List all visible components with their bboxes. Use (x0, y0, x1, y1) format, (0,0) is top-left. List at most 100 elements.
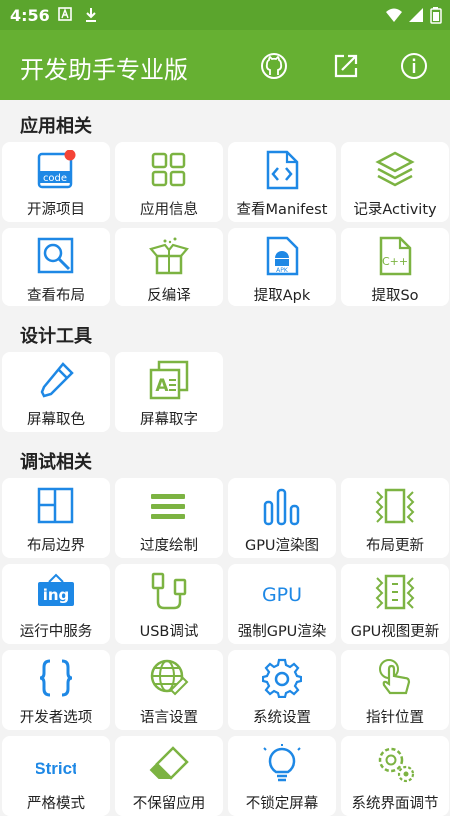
card-gpu-graph[interactable]: GPU渲染图 (228, 478, 336, 558)
gear-icon (262, 658, 302, 698)
card-view-layout[interactable]: 查看布局 (2, 228, 110, 306)
wifi-icon (385, 7, 403, 23)
xml-file-icon (262, 150, 302, 190)
apk-file-icon: APK (262, 236, 302, 276)
bar-graph-icon (262, 486, 302, 526)
card-dont-keep-apps[interactable]: 不保留应用 (115, 736, 223, 816)
share-icon[interactable] (330, 50, 362, 82)
svg-text:C++: C++ (382, 255, 408, 268)
card-label: 应用信息 (140, 202, 198, 218)
eraser-icon (149, 744, 189, 784)
card-label: 指针位置 (366, 710, 424, 726)
github-icon[interactable] (258, 50, 290, 82)
card-label: GPU视图更新 (350, 624, 440, 640)
icon-text: Strict (36, 759, 76, 778)
card-stay-awake[interactable]: 不锁定屏幕 (228, 736, 336, 816)
card-app-info[interactable]: 应用信息 (115, 142, 223, 222)
card-language[interactable]: 语言设置 (115, 650, 223, 730)
card-label: 屏幕取字 (140, 412, 198, 428)
svg-text:APK: APK (276, 267, 289, 274)
card-usb-debug[interactable]: USB调试 (115, 564, 223, 644)
svg-text:A: A (155, 376, 169, 396)
gears-icon (375, 744, 415, 784)
app-title: 开发助手专业版 (20, 56, 188, 84)
card-label: 语言设置 (140, 710, 198, 726)
signal-icon (408, 7, 424, 23)
card-label: 不保留应用 (132, 796, 206, 812)
card-pointer-location[interactable]: 指针位置 (341, 650, 449, 730)
layout-bounds-icon (36, 486, 76, 526)
card-label: 反编译 (147, 288, 191, 304)
section-title-app: 应用相关 (20, 116, 92, 137)
svg-text:code: code (43, 173, 67, 184)
braces-icon (36, 658, 76, 698)
dropper-icon (36, 360, 76, 400)
card-running-services[interactable]: ing 运行中服务 (2, 564, 110, 644)
section-title-design: 设计工具 (20, 326, 92, 347)
layers-icon (375, 150, 415, 190)
card-text-capture[interactable]: A 屏幕取字 (115, 352, 223, 432)
globe-icon (149, 658, 189, 698)
card-label: 查看Manifest (236, 202, 328, 218)
cpp-file-icon: C++ (375, 236, 415, 276)
info-icon[interactable] (398, 50, 430, 82)
gpu-view-icon (375, 572, 415, 612)
section-title-debug: 调试相关 (20, 452, 92, 473)
card-label: 系统设置 (253, 710, 311, 726)
card-label: USB调试 (139, 624, 199, 640)
card-label: 提取Apk (253, 288, 311, 304)
code-doc-icon: code (36, 150, 76, 190)
card-view-manifest[interactable]: 查看Manifest (228, 142, 336, 222)
card-label: 布局边界 (27, 538, 85, 554)
running-service-icon: ing (36, 572, 76, 612)
card-layout-bounds[interactable]: 布局边界 (2, 478, 110, 558)
card-label: 查看布局 (27, 288, 85, 304)
status-bar: 4:56 (0, 0, 450, 30)
layout-update-icon (375, 486, 415, 526)
card-extract-so[interactable]: C++ 提取So (341, 228, 449, 306)
card-label: 记录Activity (353, 202, 437, 218)
card-gpu-view-update[interactable]: GPU视图更新 (341, 564, 449, 644)
card-label: 开发者选项 (19, 710, 93, 726)
app-bar: 开发助手专业版 (0, 30, 450, 100)
card-force-gpu[interactable]: GPU 强制GPU渲染 (228, 564, 336, 644)
download-icon (84, 7, 98, 23)
grid-icon (149, 150, 189, 190)
card-open-source[interactable]: code 开源项目 (2, 142, 110, 222)
card-layout-update[interactable]: 布局更新 (341, 478, 449, 558)
card-color-picker[interactable]: 屏幕取色 (2, 352, 110, 432)
open-box-icon (149, 236, 189, 276)
strict-text-icon: Strict (36, 744, 76, 784)
card-label: 屏幕取色 (27, 412, 85, 428)
inspect-layout-icon (36, 236, 76, 276)
card-label: 提取So (371, 288, 419, 304)
icon-text: ing (43, 586, 70, 604)
pointer-icon (375, 658, 415, 698)
overdraw-icon (149, 486, 189, 526)
card-decompile[interactable]: 反编译 (115, 228, 223, 306)
card-label: 开源项目 (27, 202, 85, 218)
card-system-settings[interactable]: 系统设置 (228, 650, 336, 730)
usb-icon (149, 572, 189, 612)
card-label: 布局更新 (366, 538, 424, 554)
card-label: 不锁定屏幕 (245, 796, 319, 812)
card-system-ui-tuner[interactable]: 系统界面调节 (341, 736, 449, 816)
text-capture-icon: A (149, 360, 189, 400)
bulb-icon (262, 744, 302, 784)
card-label: 过度绘制 (140, 538, 198, 554)
notification-a-icon (58, 7, 72, 21)
card-label: 运行中服务 (19, 624, 93, 640)
card-label: 强制GPU渲染 (237, 624, 327, 640)
card-label: GPU渲染图 (244, 538, 320, 554)
card-record-activity[interactable]: 记录Activity (341, 142, 449, 222)
card-overdraw[interactable]: 过度绘制 (115, 478, 223, 558)
card-extract-apk[interactable]: APK 提取Apk (228, 228, 336, 306)
status-time: 4:56 (10, 6, 50, 25)
card-label: 严格模式 (27, 796, 85, 812)
card-strict-mode[interactable]: Strict 严格模式 (2, 736, 110, 816)
card-developer-options[interactable]: 开发者选项 (2, 650, 110, 730)
card-label: 系统界面调节 (351, 796, 439, 812)
gpu-text-icon: GPU (262, 572, 302, 612)
icon-text: GPU (262, 584, 302, 606)
battery-icon (430, 7, 442, 24)
